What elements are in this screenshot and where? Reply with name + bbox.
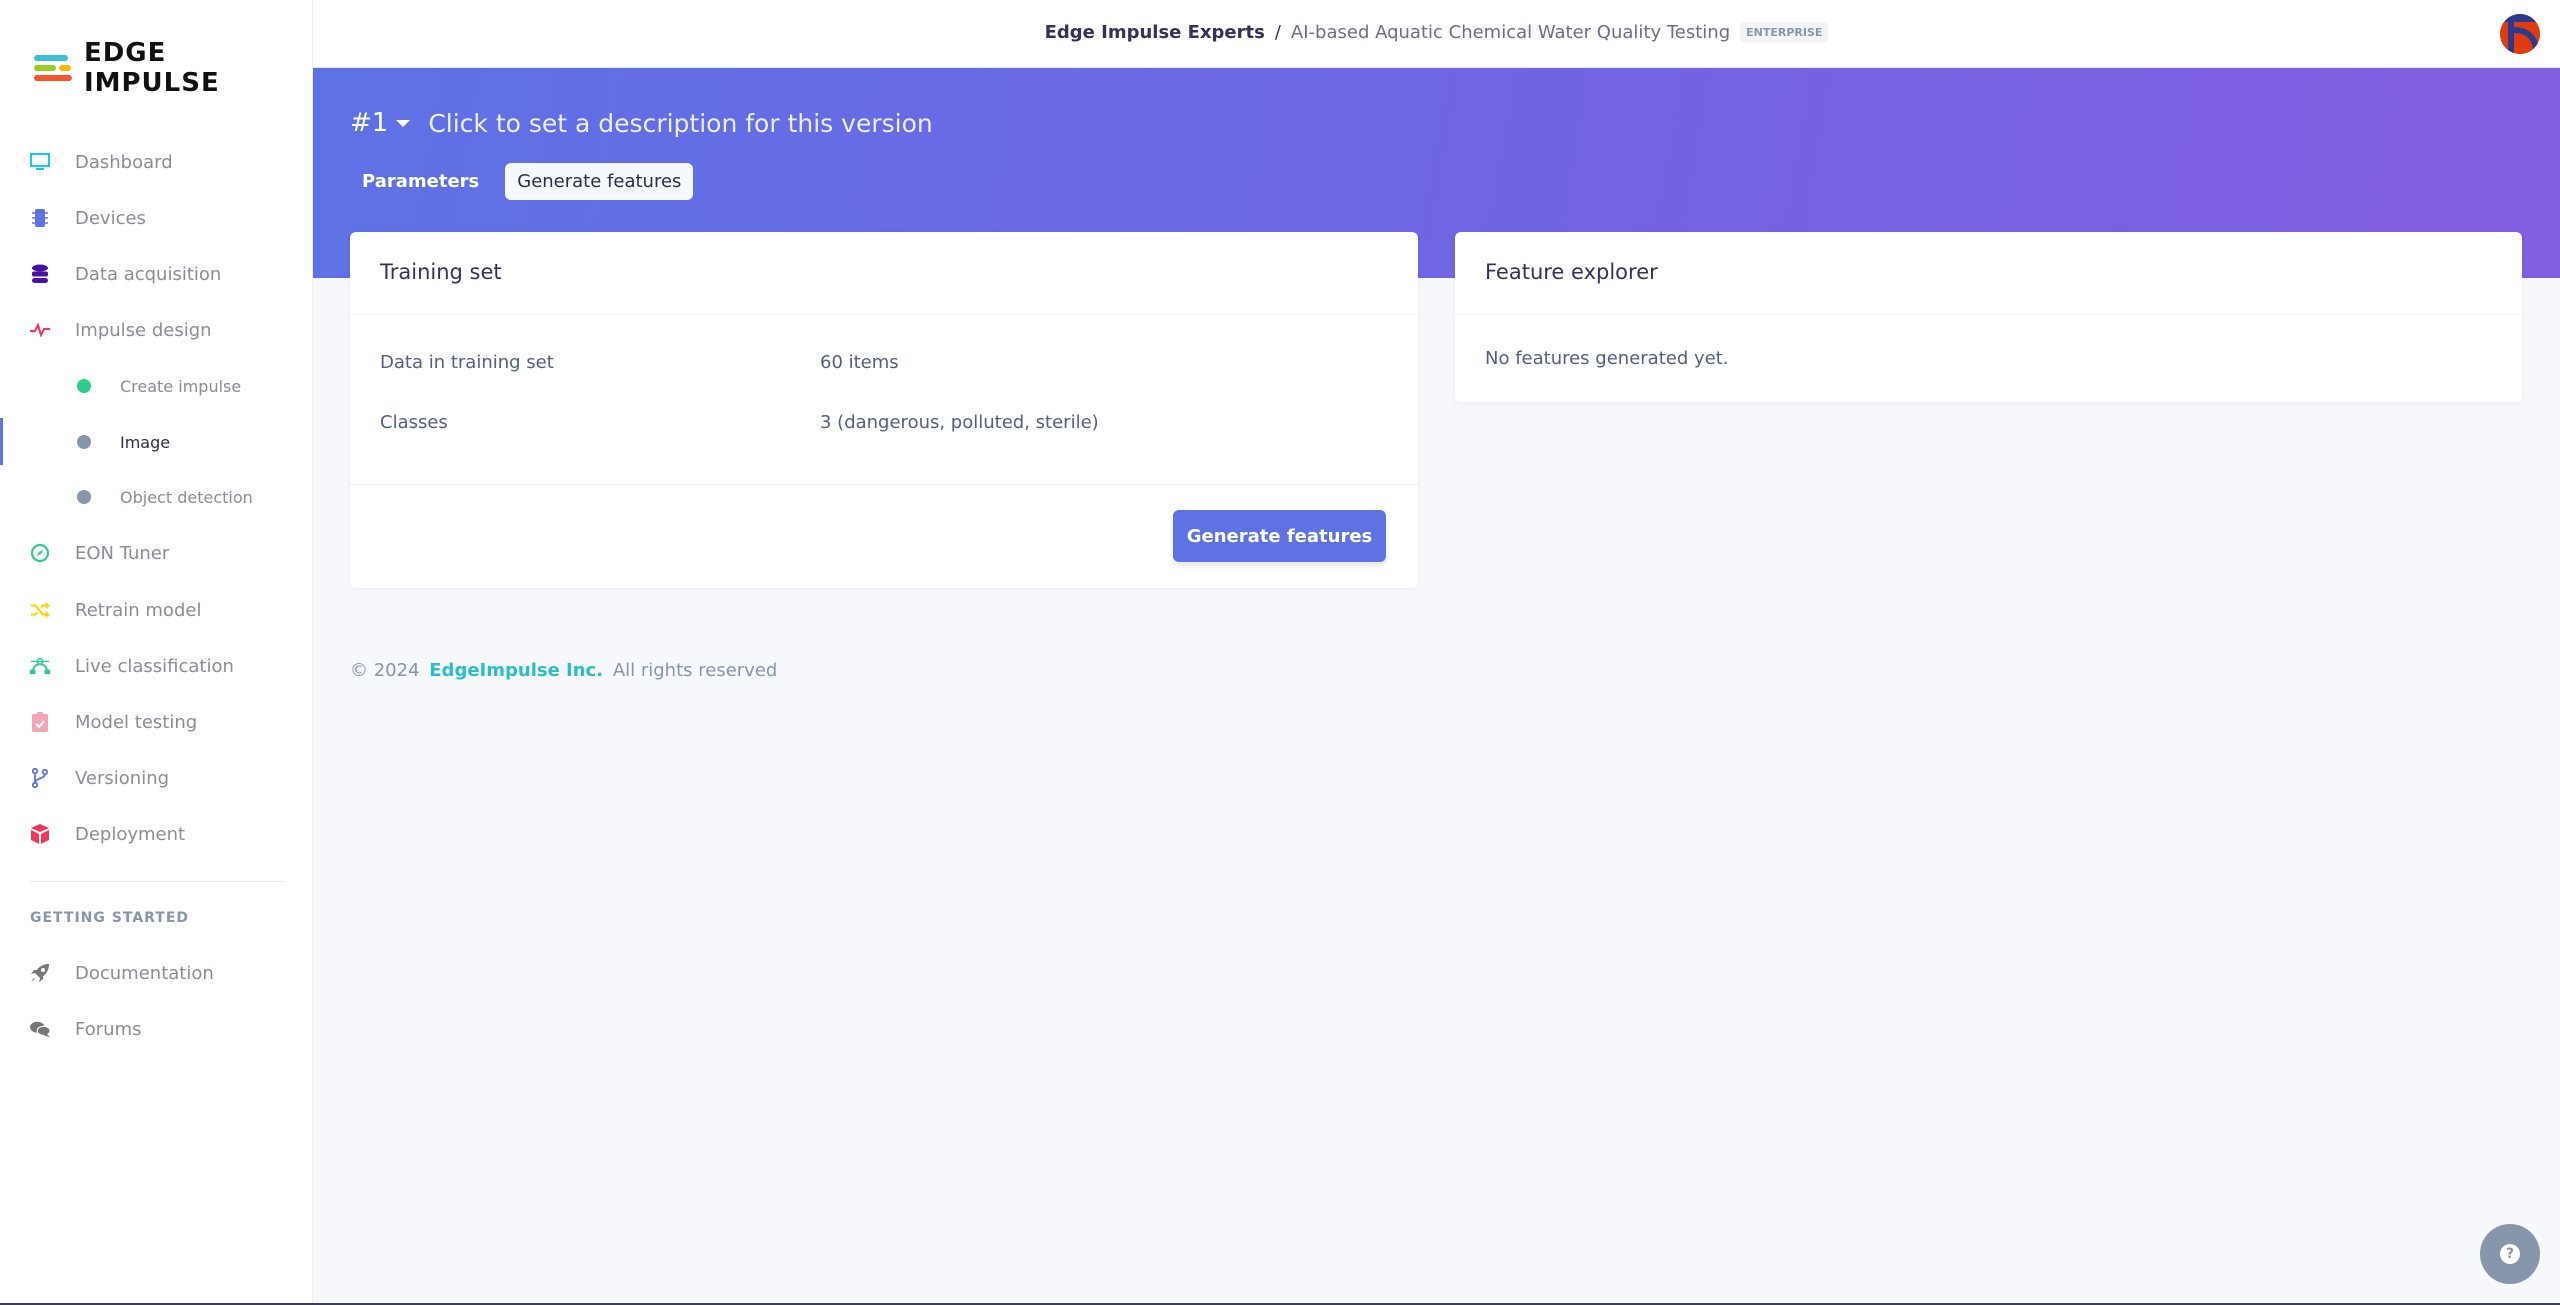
page-footer: © 2024 EdgeImpulse Inc. All rights reser… bbox=[350, 660, 777, 681]
section-title-getting-started: GETTING STARTED bbox=[30, 910, 190, 926]
user-avatar[interactable] bbox=[2500, 14, 2540, 54]
sidebar-item-label: Versioning bbox=[75, 767, 170, 789]
sidebar-item-label: Model testing bbox=[75, 711, 198, 733]
version-dropdown[interactable]: #1 bbox=[350, 108, 411, 138]
sidebar-item-label: Forums bbox=[75, 1018, 142, 1040]
tab-generate-features[interactable]: Generate features bbox=[505, 163, 694, 200]
sidebar-item-devices[interactable]: Devices bbox=[0, 198, 313, 238]
sidebar-item-label: EON Tuner bbox=[75, 542, 170, 564]
sidebar-subitem-create-impulse[interactable]: Create impulse bbox=[0, 366, 313, 406]
card-title: Feature explorer bbox=[1455, 232, 2522, 315]
sidebar-item-label: Devices bbox=[75, 207, 146, 229]
generate-features-button[interactable]: Generate features bbox=[1173, 510, 1386, 562]
sidebar-item-label: Live classification bbox=[75, 655, 234, 677]
sidebar-item-retrain-model[interactable]: Retrain model bbox=[0, 590, 313, 630]
sidebar-item-live-classification[interactable]: Live classification bbox=[0, 646, 313, 686]
logo-text: EDGE IMPULSE bbox=[83, 38, 220, 98]
enterprise-badge: ENTERPRISE bbox=[1740, 22, 1829, 43]
sidebar-subitem-image[interactable]: Image bbox=[0, 422, 313, 462]
version-header: #1 Click to set a description for this v… bbox=[350, 108, 933, 138]
sidebar-item-eon-tuner[interactable]: EON Tuner bbox=[0, 533, 313, 573]
feature-explorer-card: Feature explorer No features generated y… bbox=[1455, 232, 2522, 402]
edge-impulse-logo-icon bbox=[32, 53, 74, 83]
sidebar-item-deployment[interactable]: Deployment bbox=[0, 814, 313, 854]
company-link[interactable]: EdgeImpulse Inc. bbox=[429, 660, 603, 681]
bezier-icon bbox=[30, 656, 50, 676]
sidebar-item-label: Dashboard bbox=[75, 151, 173, 173]
sidebar-item-data-acquisition[interactable]: Data acquisition bbox=[0, 254, 313, 294]
classes-label: Classes bbox=[380, 412, 448, 433]
sidebar-divider bbox=[30, 881, 283, 882]
sidebar-item-label: Create impulse bbox=[120, 376, 242, 396]
monitor-icon bbox=[30, 152, 50, 172]
copyright: © 2024 bbox=[350, 660, 420, 681]
pulse-icon bbox=[30, 320, 50, 340]
page-tabs: Parameters Generate features bbox=[350, 163, 694, 200]
shuffle-icon bbox=[30, 600, 50, 620]
training-set-card: Training set Data in training set 60 ite… bbox=[350, 232, 1418, 588]
sidebar-item-documentation[interactable]: Documentation bbox=[0, 953, 313, 993]
sidebar-item-versioning[interactable]: Versioning bbox=[0, 758, 313, 798]
sidebar-item-label: Impulse design bbox=[75, 319, 212, 341]
question-icon: ? bbox=[2500, 1244, 2520, 1264]
card-title: Training set bbox=[350, 232, 1418, 315]
sidebar-item-label: Object detection bbox=[120, 487, 253, 507]
database-icon bbox=[30, 264, 50, 284]
caret-down-icon bbox=[396, 119, 411, 127]
clipboard-check-icon bbox=[30, 712, 50, 732]
breadcrumb-project[interactable]: AI-based Aquatic Chemical Water Quality … bbox=[1291, 22, 1730, 43]
rocket-icon bbox=[30, 963, 50, 983]
sidebar-item-forums[interactable]: Forums bbox=[0, 1009, 313, 1049]
status-dot-icon bbox=[77, 379, 91, 393]
breadcrumb: Edge Impulse Experts / AI-based Aquatic … bbox=[313, 22, 2560, 43]
sidebar-subitem-object-detection[interactable]: Object detection bbox=[0, 477, 313, 517]
breadcrumb-separator: / bbox=[1274, 22, 1281, 43]
top-header: Edge Impulse Experts / AI-based Aquatic … bbox=[313, 0, 2560, 68]
card-divider bbox=[350, 484, 1418, 485]
chip-icon bbox=[30, 208, 50, 228]
training-data-value: 60 items bbox=[820, 352, 899, 373]
sidebar-item-label: Documentation bbox=[75, 962, 214, 984]
sidebar-item-label: Deployment bbox=[75, 823, 186, 845]
git-branch-icon bbox=[30, 768, 50, 788]
compass-icon bbox=[30, 543, 50, 563]
sidebar-item-label: Retrain model bbox=[75, 599, 202, 621]
sidebar: EDGE IMPULSE Dashboard Devices Data acqu… bbox=[0, 0, 313, 1305]
comments-icon bbox=[30, 1019, 50, 1039]
training-data-label: Data in training set bbox=[380, 352, 554, 373]
sidebar-item-impulse-design[interactable]: Impulse design bbox=[0, 310, 313, 350]
sidebar-item-label: Image bbox=[120, 432, 171, 452]
status-dot-icon bbox=[77, 490, 91, 504]
classes-value: 3 (dangerous, polluted, sterile) bbox=[820, 412, 1099, 433]
rights-text: All rights reserved bbox=[612, 660, 778, 681]
cube-icon bbox=[30, 824, 50, 844]
sidebar-item-model-testing[interactable]: Model testing bbox=[0, 702, 313, 742]
sidebar-item-label: Data acquisition bbox=[75, 263, 222, 285]
version-description[interactable]: Click to set a description for this vers… bbox=[428, 109, 932, 138]
status-dot-icon bbox=[77, 435, 91, 449]
tab-parameters[interactable]: Parameters bbox=[350, 163, 491, 200]
logo[interactable]: EDGE IMPULSE bbox=[32, 38, 312, 98]
empty-state-message: No features generated yet. bbox=[1485, 348, 1729, 369]
version-number: #1 bbox=[350, 108, 389, 138]
sidebar-item-dashboard[interactable]: Dashboard bbox=[0, 142, 313, 182]
help-button[interactable]: ? bbox=[2480, 1224, 2540, 1284]
breadcrumb-org[interactable]: Edge Impulse Experts bbox=[1045, 22, 1265, 43]
